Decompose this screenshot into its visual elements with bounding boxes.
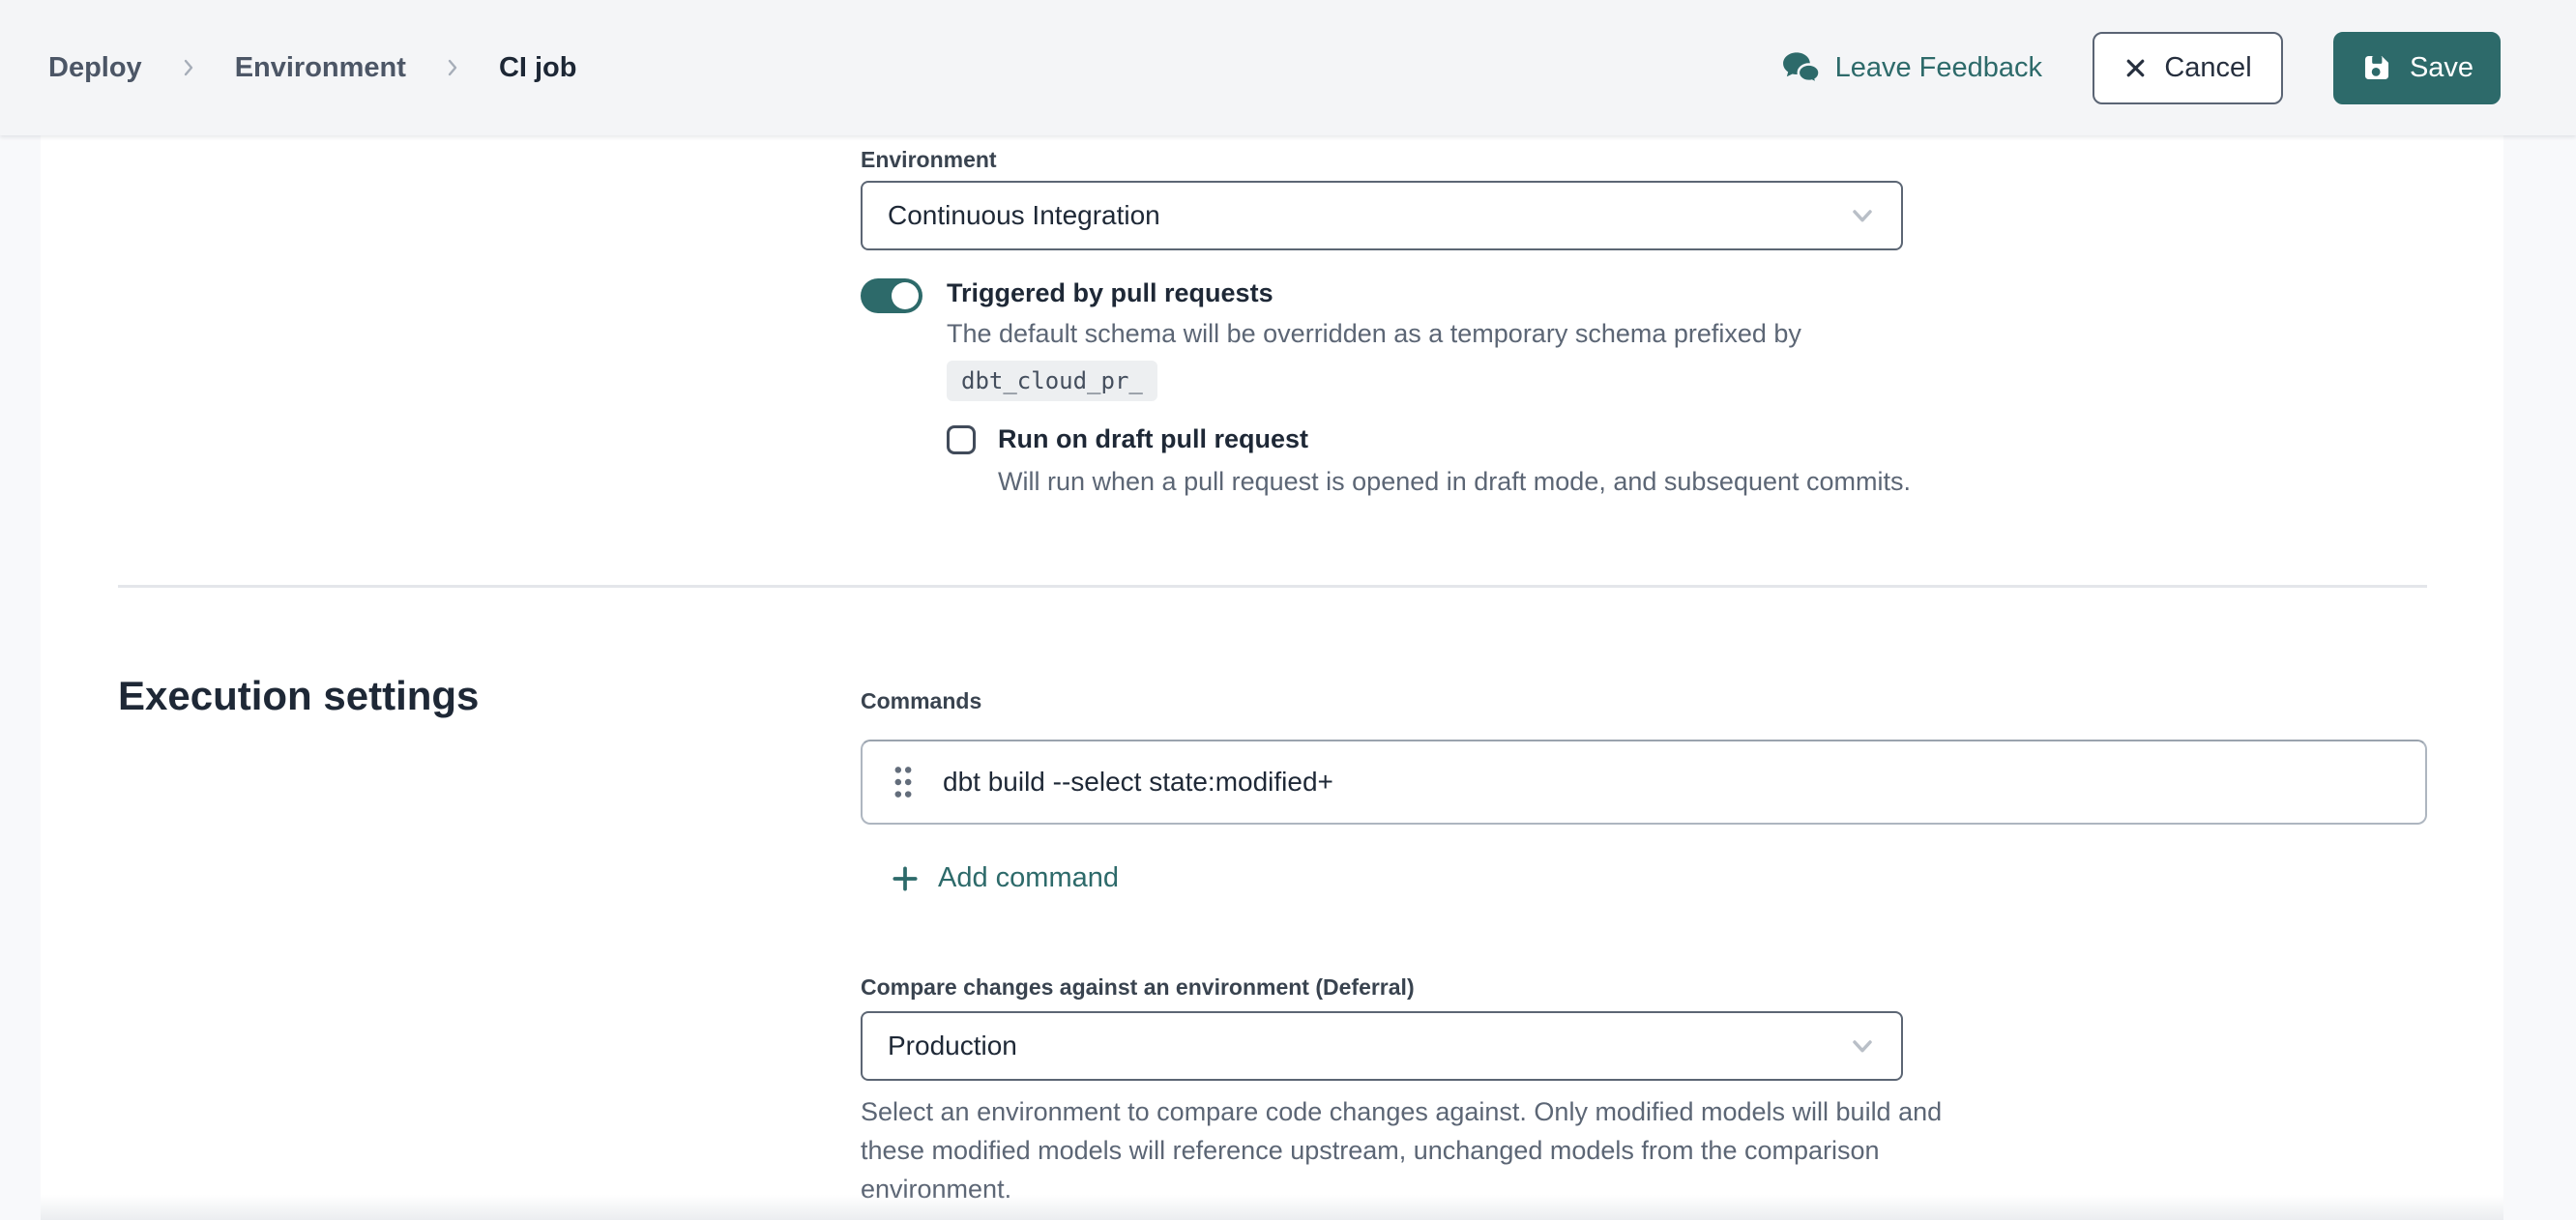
chevron-right-icon [441, 56, 464, 79]
breadcrumb-environment[interactable]: Environment [235, 52, 406, 84]
feedback-chat-bubbles-icon [1780, 50, 1821, 86]
command-input-row[interactable]: dbt build --select state:modified+ [861, 740, 2427, 825]
commands-label: Commands [861, 688, 981, 714]
chevron-right-icon [177, 56, 200, 79]
cancel-button[interactable]: Cancel [2093, 32, 2283, 104]
pr-trigger-description: The default schema will be overridden as… [947, 315, 1801, 352]
draft-pr-checkbox[interactable] [947, 425, 976, 454]
add-command-label: Add command [938, 862, 1119, 894]
draft-pr-texts: Run on draft pull request Will run when … [998, 422, 1911, 500]
save-button-label: Save [2410, 52, 2474, 84]
breadcrumb-deploy[interactable]: Deploy [48, 52, 142, 84]
toggle-knob [892, 282, 919, 309]
deferral-help-text: Select an environment to compare code ch… [861, 1092, 1973, 1208]
schema-prefix-chip: dbt_cloud_pr_ [947, 361, 1157, 401]
close-x-icon [2123, 56, 2148, 80]
pr-trigger-label: Triggered by pull requests [947, 276, 1801, 309]
breadcrumb-ci-job: CI job [499, 52, 577, 84]
chevron-down-icon [1847, 1031, 1878, 1061]
command-input-value[interactable]: dbt build --select state:modified+ [943, 767, 1333, 798]
save-button[interactable]: Save [2333, 32, 2501, 104]
chevron-down-icon [1847, 200, 1878, 231]
deferral-select[interactable]: Production [861, 1011, 1903, 1081]
top-bar: Deploy Environment CI job Leave Feedback… [0, 0, 2576, 135]
environment-select-value: Continuous Integration [888, 200, 1160, 231]
deferral-label: Compare changes against an environment (… [861, 974, 1415, 1001]
draft-pr-description: Will run when a pull request is opened i… [998, 463, 1911, 500]
settings-content: Environment Continuous Integration Trigg… [41, 135, 2503, 1220]
environment-select[interactable]: Continuous Integration [861, 181, 1903, 250]
plus-icon [890, 863, 921, 894]
draft-pr-label: Run on draft pull request [998, 422, 1911, 455]
draft-pr-row: Run on draft pull request Will run when … [947, 422, 1911, 500]
drag-handle-icon[interactable] [892, 763, 915, 801]
deferral-select-value: Production [888, 1031, 1017, 1061]
topbar-actions: Leave Feedback Cancel Save [1780, 32, 2501, 104]
execution-settings-title: Execution settings [118, 673, 479, 719]
pr-trigger-toggle[interactable] [861, 278, 922, 313]
section-divider [118, 585, 2427, 588]
pr-trigger-row: Triggered by pull requests The default s… [861, 276, 1801, 401]
breadcrumb: Deploy Environment CI job [48, 52, 576, 84]
cancel-button-label: Cancel [2164, 52, 2251, 84]
leave-feedback-label: Leave Feedback [1835, 52, 2042, 84]
add-command-button[interactable]: Add command [890, 862, 1119, 894]
leave-feedback-link[interactable]: Leave Feedback [1780, 50, 2042, 86]
pr-trigger-texts: Triggered by pull requests The default s… [947, 276, 1801, 401]
save-floppy-icon [2360, 51, 2393, 84]
environment-field-label: Environment [861, 147, 997, 173]
